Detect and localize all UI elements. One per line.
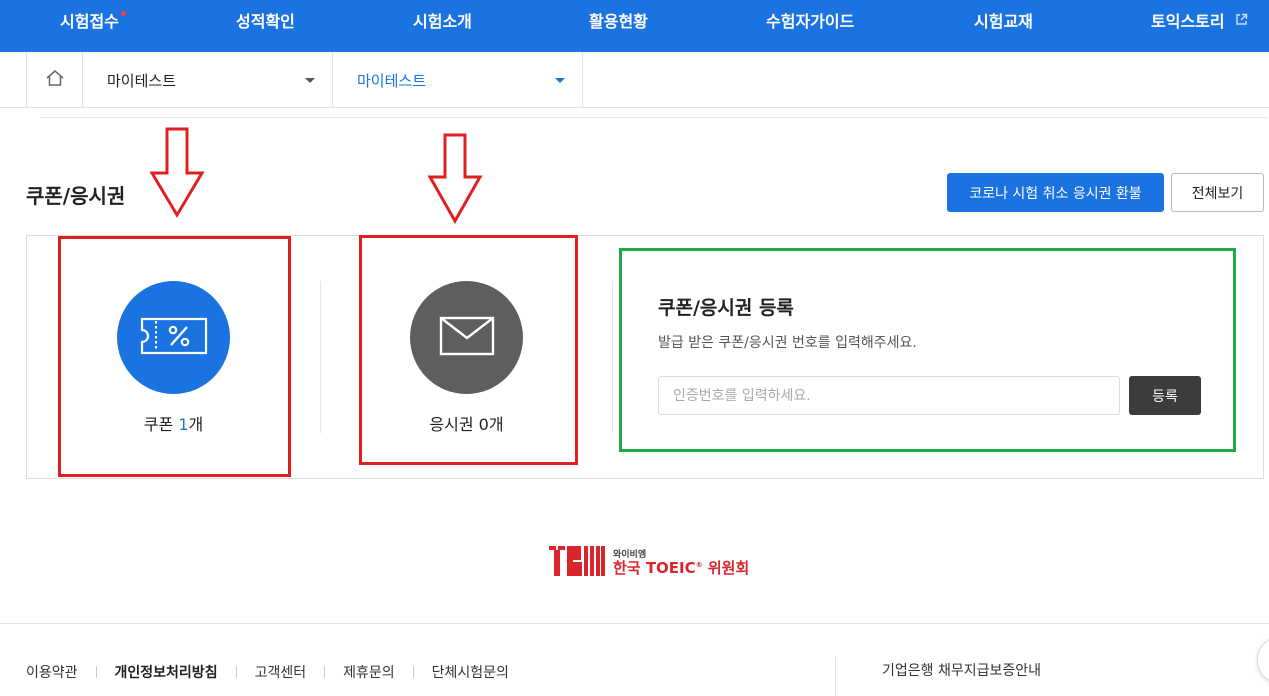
home-icon <box>45 69 65 91</box>
nav-item-exam-intro[interactable]: 시험소개 <box>413 0 472 52</box>
nav-item-usage-status[interactable]: 활용현황 <box>589 0 648 52</box>
ticket-count: 응시권 0개 <box>396 411 537 435</box>
nav-item-label: 성적확인 <box>236 12 295 31</box>
ticket-label: 응시권 <box>429 415 474 434</box>
breadcrumb-level2-label: 마이테스트 <box>357 72 427 90</box>
nav-item-label: 시험소개 <box>413 12 472 31</box>
view-all-button[interactable]: 전체보기 <box>1171 173 1264 212</box>
nav-item-textbooks[interactable]: 시험교재 <box>974 0 1033 52</box>
caret-down-icon <box>305 78 315 83</box>
footer-link-customer-center[interactable]: 고객센터 <box>255 662 307 682</box>
external-link-icon <box>1235 0 1248 43</box>
divider <box>40 117 1267 118</box>
coupon-count-unit: 개 <box>188 415 204 434</box>
divider <box>95 666 97 678</box>
nav-item-label: 토익스토리 <box>1151 12 1225 31</box>
envelope-icon <box>439 316 495 360</box>
divider <box>835 657 836 696</box>
footer-link-privacy[interactable]: 개인정보처리방침 <box>115 662 218 682</box>
covid-refund-button[interactable]: 코로나 시험 취소 응시권 환불 <box>947 173 1164 212</box>
register-title: 쿠폰/응시권 등록 <box>658 297 794 319</box>
divider <box>0 623 1269 624</box>
caret-down-icon <box>555 78 565 83</box>
logo-suffix: 위원회 <box>702 559 750 577</box>
auth-code-input[interactable] <box>658 376 1120 415</box>
annotation-arrow-down-icon <box>149 127 205 223</box>
annotation-arrow-down-icon <box>427 133 483 229</box>
coupon-label: 쿠폰 <box>143 415 174 434</box>
top-navigation: 시험접수 성적확인 시험소개 활용현황 수험자가이드 시험교재 토익스토리 <box>0 0 1269 52</box>
footer-link-group-exam[interactable]: 단체시험문의 <box>432 662 509 682</box>
nav-item-check-scores[interactable]: 성적확인 <box>236 0 295 52</box>
coupon-count: 쿠폰 1개 <box>108 411 239 435</box>
ticket-summary-button[interactable] <box>410 281 523 394</box>
coupon-summary-button[interactable] <box>117 281 230 394</box>
ticket-count-value: 0 <box>478 415 489 434</box>
ticket-count-unit: 개 <box>488 415 504 434</box>
new-badge-dot <box>120 11 126 16</box>
ybm-toeic-logo: 와이비엠 한국 TOEIC® 위원회 <box>549 544 749 580</box>
coupon-count-value: 1 <box>178 415 189 434</box>
logo-main-label: 한국 TOEIC <box>613 559 696 577</box>
breadcrumb-level1-label: 마이테스트 <box>107 72 177 90</box>
footer-links: 이용약관 개인정보처리방침 고객센터 제휴문의 단체시험문의 <box>26 662 509 682</box>
nav-item-label: 수험자가이드 <box>766 12 855 31</box>
divider <box>612 281 613 433</box>
nav-item-examinee-guide[interactable]: 수험자가이드 <box>766 0 854 52</box>
footer-link-partnership[interactable]: 제휴문의 <box>343 662 395 682</box>
nav-item-label: 시험접수 <box>60 12 119 31</box>
coupon-percent-icon <box>140 317 208 359</box>
register-button[interactable]: 등록 <box>1129 376 1201 415</box>
logo-main-text: 한국 TOEIC® 위원회 <box>613 557 749 578</box>
footer-link-terms[interactable]: 이용약관 <box>26 662 78 682</box>
divider <box>320 281 321 433</box>
floating-top-button[interactable] <box>1257 636 1269 684</box>
breadcrumb-select-level1[interactable]: 마이테스트 <box>83 52 333 108</box>
divider <box>412 666 414 678</box>
nav-item-toeic-story[interactable]: 토익스토리 <box>1151 0 1248 52</box>
divider <box>324 666 326 678</box>
divider <box>235 666 237 678</box>
home-button[interactable] <box>26 52 83 108</box>
nav-item-register-exam[interactable]: 시험접수 <box>60 0 126 52</box>
nav-item-label: 활용현황 <box>589 12 648 31</box>
page-title: 쿠폰/응시권 <box>26 184 126 208</box>
breadcrumb-select-level2[interactable]: 마이테스트 <box>333 52 583 108</box>
logo-reg-mark: ® <box>695 561 703 569</box>
register-description: 발급 받은 쿠폰/응시권 번호를 입력해주세요. <box>658 335 917 351</box>
breadcrumb: 마이테스트 마이테스트 <box>0 52 1269 108</box>
nav-item-label: 시험교재 <box>974 12 1033 31</box>
footer-link-payment-guarantee[interactable]: 기업은행 채무지급보증안내 <box>882 660 1041 680</box>
ybm-logo-mark-icon <box>549 546 605 582</box>
